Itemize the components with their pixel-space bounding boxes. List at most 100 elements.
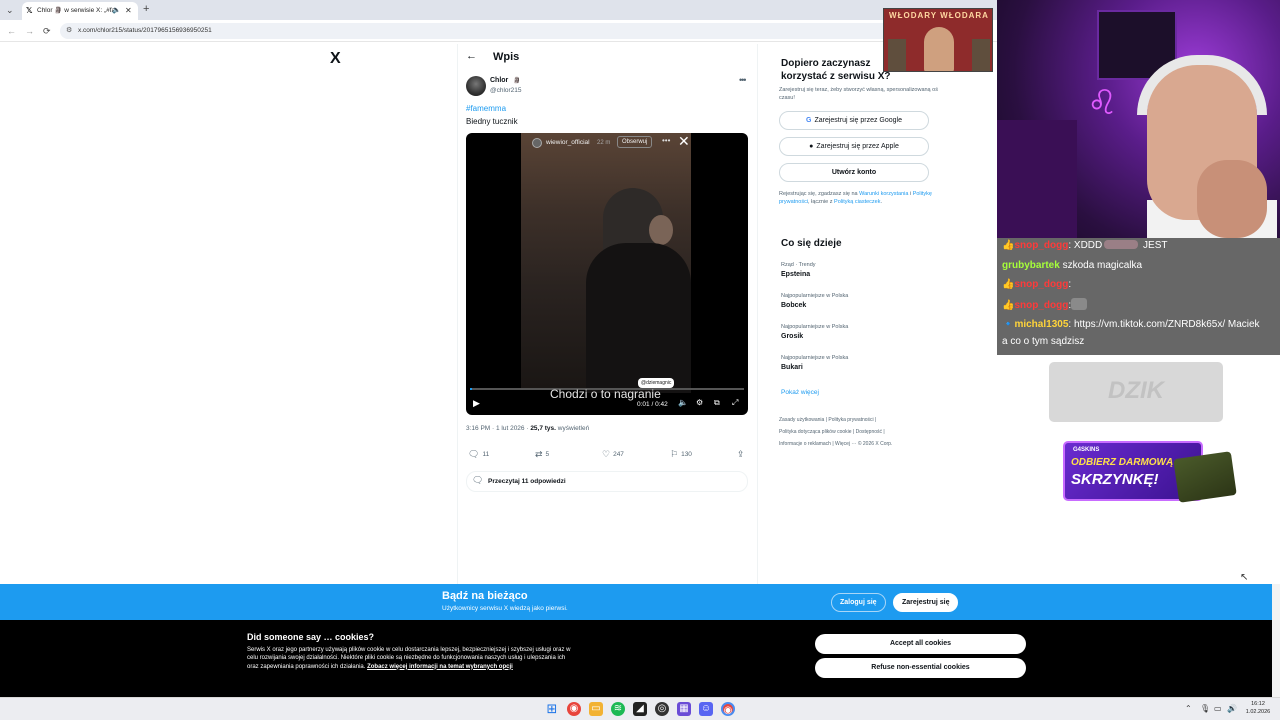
terms-link[interactable]: Warunki korzystania bbox=[859, 191, 908, 197]
reply-button[interactable]: 🗨 11 bbox=[468, 449, 489, 460]
chat-emote bbox=[1104, 240, 1139, 249]
author-name[interactable]: Chlor bbox=[490, 77, 508, 84]
read-replies-button[interactable]: 🗨 Przeczytaj 11 odpowiedzi bbox=[466, 471, 748, 492]
signup-description: Zarejestruj się teraz, żeby stworzyć wła… bbox=[779, 87, 938, 101]
skins-brand: G4SKINS bbox=[1073, 447, 1100, 453]
footer-links[interactable]: Polityka dotycząca plików cookie | Dostę… bbox=[779, 429, 949, 436]
video-caption: Chodzi o to nagranie bbox=[550, 387, 661, 401]
signup-terms: Rejestrując się, zgadzasz się na Warunki… bbox=[779, 190, 939, 206]
pip-icon[interactable]: ⧉ bbox=[714, 398, 720, 408]
apple-signup-button[interactable]: ● Zarejestruj się przez Apple bbox=[779, 137, 929, 156]
chat-text: : bbox=[1068, 279, 1072, 290]
show-more-link[interactable]: Pokaż więcej bbox=[781, 389, 819, 396]
avatar[interactable] bbox=[466, 76, 486, 96]
obs-icon[interactable]: ◎ bbox=[655, 702, 669, 716]
story-close-icon: ✕ bbox=[678, 133, 690, 149]
cookie-banner: Did someone say … cookies? Serwis X oraz… bbox=[0, 620, 1272, 697]
views-count: 25,7 tys. bbox=[530, 425, 556, 432]
column-divider bbox=[757, 44, 758, 584]
accept-cookies-button[interactable]: Accept all cookies bbox=[815, 634, 1026, 654]
speaker-icon[interactable]: 🔈 bbox=[112, 5, 121, 17]
chat-text: JEST bbox=[1140, 240, 1168, 251]
tweet-timestamp[interactable]: 3:16 PM · 1 lut 2026 · bbox=[466, 425, 530, 432]
reload-icon[interactable]: ⟳ bbox=[43, 25, 51, 37]
fullscreen-icon[interactable]: ⤢ bbox=[732, 398, 738, 408]
spotify-icon[interactable]: ≋ bbox=[611, 702, 625, 716]
reply-icon: 🗨 bbox=[468, 449, 480, 459]
address-bar[interactable]: ⚙ x.com/chlor215/status/2017965156936950… bbox=[60, 23, 980, 39]
app-grid-icon[interactable]: ▦ bbox=[677, 702, 691, 716]
terms-text: Rejestrując się, zgadzasz się na bbox=[779, 191, 860, 197]
tab-close-icon[interactable]: ✕ bbox=[125, 5, 132, 17]
play-icon[interactable]: ▶ bbox=[473, 398, 480, 408]
mic-icon[interactable]: 🎙 bbox=[1200, 703, 1210, 715]
volume-icon[interactable]: 🔈 bbox=[678, 398, 688, 408]
cam-person bbox=[1197, 160, 1267, 238]
chat-text: : XDDD bbox=[1068, 240, 1103, 251]
chat-message: grubybartek szkoda magicalka bbox=[1002, 259, 1142, 273]
page-title: Wpis bbox=[493, 51, 520, 63]
author-badge: 🗿 bbox=[513, 78, 521, 84]
taskbar-clock[interactable]: 16:12 1.02.2026 bbox=[1243, 700, 1273, 716]
more-options-icon[interactable]: ••• bbox=[739, 75, 747, 85]
chrome-active-icon[interactable]: ◉ bbox=[721, 702, 735, 716]
story-username: wiewior_official bbox=[546, 139, 590, 146]
share-button[interactable]: ⇪ bbox=[737, 449, 748, 460]
mouse-cursor-icon: ↖ bbox=[1240, 572, 1249, 583]
author-handle[interactable]: @chlor215 bbox=[490, 87, 522, 94]
browser-tab[interactable]: 𝕏 Chlor 🗿 w serwisie X: „#fa 🔈 ✕ bbox=[22, 2, 138, 20]
trend-context: Najpopularniejsze w Polska bbox=[781, 324, 849, 330]
bookmark-button[interactable]: ⚐ 130 bbox=[670, 449, 692, 460]
repost-icon: ⇄ bbox=[535, 449, 543, 459]
video-player[interactable]: wiewior_official 22 m Obserwuj ••• ✕ @dz… bbox=[466, 133, 748, 415]
views-label: wyświetleń bbox=[555, 425, 590, 432]
network-icon[interactable]: ▭ bbox=[1214, 703, 1222, 715]
signup-button[interactable]: Zarejestruj się bbox=[893, 593, 959, 612]
x-logo-icon[interactable]: X bbox=[330, 50, 341, 68]
url-text[interactable]: x.com/chlor215/status/201796515693695025… bbox=[78, 25, 212, 37]
site-info-icon[interactable]: ⚙ bbox=[66, 25, 72, 37]
login-button[interactable]: Zaloguj się bbox=[831, 593, 886, 612]
tray-chevron-icon[interactable]: ⌃ bbox=[1185, 703, 1192, 715]
discord-icon[interactable]: ☺ bbox=[699, 702, 713, 716]
create-account-button[interactable]: Utwórz konto bbox=[779, 163, 929, 182]
footer-links[interactable]: Zasady użytkowania | Polityka prywatnośc… bbox=[779, 417, 949, 424]
tab-search-icon[interactable]: ⌄ bbox=[6, 5, 16, 15]
dzik-logo-text: DZIK bbox=[1108, 377, 1164, 404]
heart-icon: ♡ bbox=[602, 449, 611, 459]
footer-links[interactable]: Informacje o reklamach | Więcej ··· © 20… bbox=[779, 441, 949, 448]
reply-count: 11 bbox=[482, 451, 490, 458]
cookie-policy-link[interactable]: Polityką ciasteczek bbox=[834, 199, 880, 205]
chat-message: 👍snop_dogg: bbox=[1002, 279, 1072, 290]
file-explorer-icon[interactable]: ▭ bbox=[589, 702, 603, 716]
back-arrow-icon[interactable]: ← bbox=[466, 50, 477, 62]
trend-context: Najpopularniejsze w Polska bbox=[781, 355, 849, 361]
cam-background bbox=[997, 120, 1077, 238]
trend-name[interactable]: Bukari bbox=[781, 364, 803, 371]
hashtag-link[interactable]: #famemma bbox=[466, 104, 506, 113]
video-frame bbox=[521, 133, 691, 393]
settings-icon[interactable]: ⚙ bbox=[696, 398, 703, 408]
back-icon[interactable]: ← bbox=[7, 25, 16, 37]
repost-button[interactable]: ⇄ 5 bbox=[535, 449, 549, 460]
volume-tray-icon[interactable]: 🔊 bbox=[1227, 703, 1237, 715]
cookie-info-link[interactable]: Zobacz więcej informacji na temat wybran… bbox=[367, 664, 513, 670]
like-button[interactable]: ♡ 247 bbox=[602, 449, 624, 460]
scrollbar[interactable] bbox=[1272, 584, 1280, 697]
trend-name[interactable]: Bobcek bbox=[781, 302, 806, 309]
webcam-overlay: ♌ bbox=[997, 0, 1280, 238]
chrome-icon[interactable]: ◉ bbox=[567, 702, 581, 716]
chat-message: 🔹michal1305: https://vm.tiktok.com/ZNRD8… bbox=[1002, 319, 1260, 330]
clock-time: 16:12 bbox=[1251, 701, 1265, 707]
trend-name[interactable]: Grosik bbox=[781, 333, 803, 340]
app-icon[interactable]: ◢ bbox=[633, 702, 647, 716]
refuse-cookies-button[interactable]: Refuse non-essential cookies bbox=[815, 658, 1026, 678]
column-divider bbox=[457, 44, 458, 584]
windows-start-icon[interactable]: ⊞ bbox=[545, 702, 559, 716]
new-tab-button[interactable]: + bbox=[143, 3, 149, 15]
google-icon: G bbox=[806, 117, 812, 124]
google-signup-button[interactable]: G Zarejestruj się przez Google bbox=[779, 111, 929, 130]
trend-name[interactable]: Epsteina bbox=[781, 271, 810, 278]
video-figure bbox=[649, 215, 673, 245]
forward-icon[interactable]: → bbox=[25, 25, 34, 37]
